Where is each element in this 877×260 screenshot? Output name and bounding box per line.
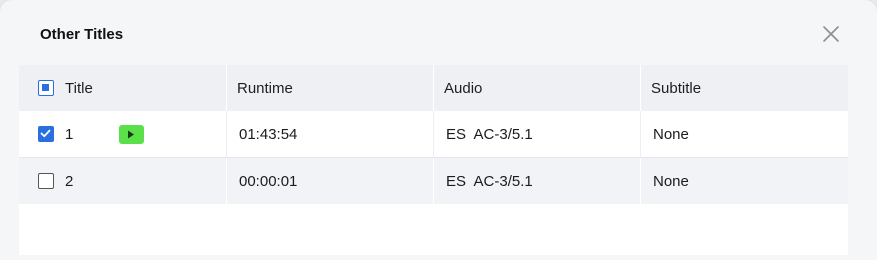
column-divider xyxy=(433,111,434,157)
close-icon[interactable] xyxy=(821,24,841,44)
row-audio: ES AC-3/5.1 xyxy=(446,172,533,190)
column-divider xyxy=(226,65,227,111)
header-audio-cell: Audio xyxy=(433,65,640,111)
table-header-row: Title Runtime Audio Subtitle xyxy=(19,65,848,111)
row-subtitle: None xyxy=(653,172,689,190)
row-checkbox[interactable] xyxy=(38,126,54,142)
column-divider xyxy=(640,158,641,204)
column-header-runtime: Runtime xyxy=(237,79,293,97)
column-divider xyxy=(226,158,227,204)
row-runtime: 01:43:54 xyxy=(239,125,298,143)
row-checkbox[interactable] xyxy=(38,173,54,189)
row-subtitle-cell: None xyxy=(640,111,848,157)
row-subtitle: None xyxy=(653,125,689,143)
row-title-number: 2 xyxy=(65,172,74,190)
row-title-cell: 1 xyxy=(19,111,226,157)
column-header-subtitle: Subtitle xyxy=(651,79,702,97)
play-icon[interactable] xyxy=(119,124,144,144)
row-subtitle-cell: None xyxy=(640,158,848,204)
column-divider xyxy=(640,111,641,157)
row-title-cell: 2 xyxy=(19,158,226,204)
row-runtime-cell: 01:43:54 xyxy=(226,111,433,157)
column-divider xyxy=(433,65,434,111)
header-runtime-cell: Runtime xyxy=(226,65,433,111)
row-runtime: 00:00:01 xyxy=(239,172,298,190)
other-titles-dialog: Other Titles Title Runtime Audio Subtitl… xyxy=(0,0,877,260)
column-header-title: Title xyxy=(65,79,93,97)
table-row[interactable]: 1 01:43:54 ES AC-3/5.1 None xyxy=(19,111,848,157)
dialog-title: Other Titles xyxy=(40,26,124,43)
select-all-checkbox[interactable] xyxy=(38,80,54,96)
titles-table: Title Runtime Audio Subtitle 1 01:43:54 … xyxy=(19,65,848,255)
header-title-cell: Title xyxy=(19,65,226,111)
column-divider xyxy=(640,65,641,111)
row-audio: ES AC-3/5.1 xyxy=(446,125,533,143)
column-divider xyxy=(433,158,434,204)
table-row[interactable]: 2 00:00:01 ES AC-3/5.1 None xyxy=(19,158,848,204)
row-audio-cell: ES AC-3/5.1 xyxy=(433,111,640,157)
column-divider xyxy=(226,111,227,157)
column-header-audio: Audio xyxy=(444,79,483,97)
row-runtime-cell: 00:00:01 xyxy=(226,158,433,204)
row-audio-cell: ES AC-3/5.1 xyxy=(433,158,640,204)
header-subtitle-cell: Subtitle xyxy=(640,65,848,111)
row-title-number: 1 xyxy=(65,125,74,143)
